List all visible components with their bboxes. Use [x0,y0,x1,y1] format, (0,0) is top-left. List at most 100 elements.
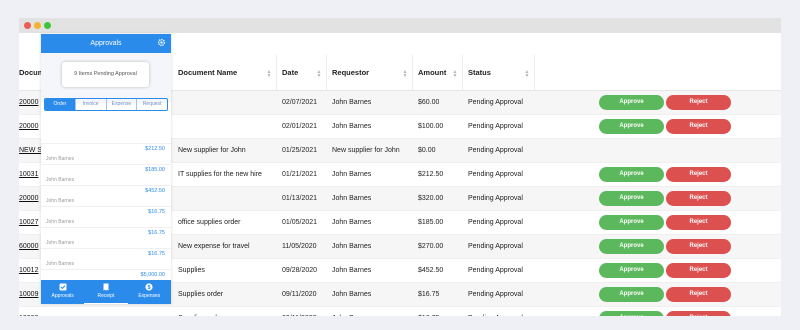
header-requestor[interactable]: Requestor [332,55,369,90]
header-amount[interactable]: Amount [418,55,446,90]
list-item[interactable]: $452.50 John Barnes [41,186,171,207]
mobile-title: Approvals [90,40,122,47]
requestor-cell: John Barnes [332,99,372,106]
reject-button[interactable]: Reject [666,191,731,206]
status-cell: Pending Approval [468,267,523,274]
document-number-link[interactable]: 20000 [19,91,41,115]
gear-icon[interactable] [157,38,166,47]
mobile-header: Approvals [41,34,171,53]
sort-icon[interactable]: ▲ ▼ [524,70,530,79]
requestor-cell: John Barnes [332,307,371,316]
reject-button[interactable]: Reject [666,215,731,230]
header-document-name[interactable]: Document Name [178,55,237,90]
app-window: Docum Document Name ▲ ▼ Date ▲ ▼ Requestor… [19,18,781,316]
window-titlebar [19,18,781,33]
document-name-cell: New supplier for John [178,147,246,154]
amount-cell: $185.00 [418,219,444,226]
check-square-icon [59,283,67,291]
footer-approvals[interactable]: Approvals [41,280,84,304]
header-status[interactable]: Status [468,55,491,90]
approve-button[interactable]: Approve [599,215,664,230]
reject-button[interactable]: Reject [666,167,731,182]
approve-button[interactable]: Approve [599,311,664,316]
close-window-button[interactable] [24,22,31,29]
date-cell: 02/01/2021 [282,123,318,130]
document-name-cell: IT supplies for the new hire [178,171,262,178]
date-cell: 01/25/2021 [282,147,318,154]
document-number-link[interactable]: NEW S [19,139,41,163]
status-cell: Pending Approval [468,123,523,130]
approve-button[interactable]: Approve [599,263,664,278]
date-cell: 01/21/2021 [282,171,318,178]
column-divider [326,55,327,90]
reject-button[interactable]: Reject [666,263,731,278]
document-name-cell: Supplies order [178,307,223,316]
footer-approvals-label: Approvals [51,293,74,299]
document-number-link[interactable]: 60000 [19,235,41,259]
document-number-link[interactable]: 10031 [19,163,41,187]
date-cell: 11/05/2020 [282,243,317,250]
reject-button[interactable]: Reject [666,311,731,316]
reject-button[interactable]: Reject [666,287,731,302]
date-cell: 02/07/2021 [282,99,318,106]
column-divider [534,55,535,90]
maximize-window-button[interactable] [44,22,51,29]
reject-button[interactable]: Reject [666,95,731,110]
column-divider [276,55,277,90]
list-item[interactable]: $212.50 John Barnes [41,144,171,165]
amount-cell: $100.00 [418,123,444,130]
document-number-link[interactable]: 20000 [19,115,41,139]
minimize-window-button[interactable] [34,22,41,29]
sort-icon[interactable]: ▲ ▼ [316,70,322,79]
list-item[interactable] [41,123,171,144]
requestor-cell: John Barnes [332,171,372,178]
table-row: 10009 Supplies order 09/11/2020 John Barnes… [19,307,781,316]
approve-button[interactable]: Approve [599,239,664,254]
status-cell: Pending Approval [468,291,523,298]
document-name-cell: Supplies [178,267,205,274]
reject-button[interactable]: Reject [666,119,731,134]
approve-button[interactable]: Approve [599,167,664,182]
svg-text:$: $ [148,285,151,291]
footer-expenses[interactable]: $ Expenses [128,280,171,304]
approve-button[interactable]: Approve [599,191,664,206]
receipt-icon [103,283,109,291]
header-date[interactable]: Date [282,55,298,90]
tab-invoice[interactable]: Invoice [76,99,107,110]
amount-cell: $60.00 [418,99,440,106]
list-item[interactable]: $16.75 John Barnes [41,249,171,270]
list-item[interactable]: $16.75 John Barnes [41,228,171,249]
tab-request[interactable]: Request [137,99,167,110]
amount-cell: $16.75 [418,291,440,298]
requestor-cell: New supplier for John [332,147,400,154]
list-item-amount: $212.50 [145,146,165,152]
amount-cell: $320.00 [418,195,444,202]
tab-expense[interactable]: Expense [107,99,138,110]
document-number-link[interactable]: 20000 [19,187,41,211]
list-item-name: John Barnes [46,156,75,162]
sort-icon[interactable]: ▲ ▼ [452,70,458,79]
status-cell: Pending Approval [468,147,523,154]
document-number-link[interactable]: 10012 [19,259,41,283]
reject-button[interactable]: Reject [666,239,731,254]
column-divider [412,55,413,90]
sort-icon[interactable]: ▲ ▼ [266,70,272,79]
dollar-icon: $ [145,283,153,291]
approve-button[interactable]: Approve [599,119,664,134]
list-item[interactable]: $185.00 John Barnes [41,165,171,186]
list-item[interactable]: $16.75 John Barnes [41,207,171,228]
status-cell: Pending Approval [468,171,523,178]
document-number-link[interactable]: 10009 [19,307,41,316]
document-name-cell: New expense for travel [178,243,250,250]
document-number-link[interactable]: 10027 [19,211,41,235]
sort-icon[interactable]: ▲ ▼ [402,70,408,79]
approve-button[interactable]: Approve [599,287,664,302]
tab-order[interactable]: Order [45,99,76,110]
requestor-cell: John Barnes [332,291,372,298]
approve-button[interactable]: Approve [599,95,664,110]
list-item-amount: $16.75 [148,209,165,215]
status-cell: Pending Approval [468,195,523,202]
list-item-amount: $16.75 [148,230,165,236]
document-number-link[interactable]: 10009 [19,283,41,307]
footer-receipt[interactable]: Receipt [84,280,128,304]
